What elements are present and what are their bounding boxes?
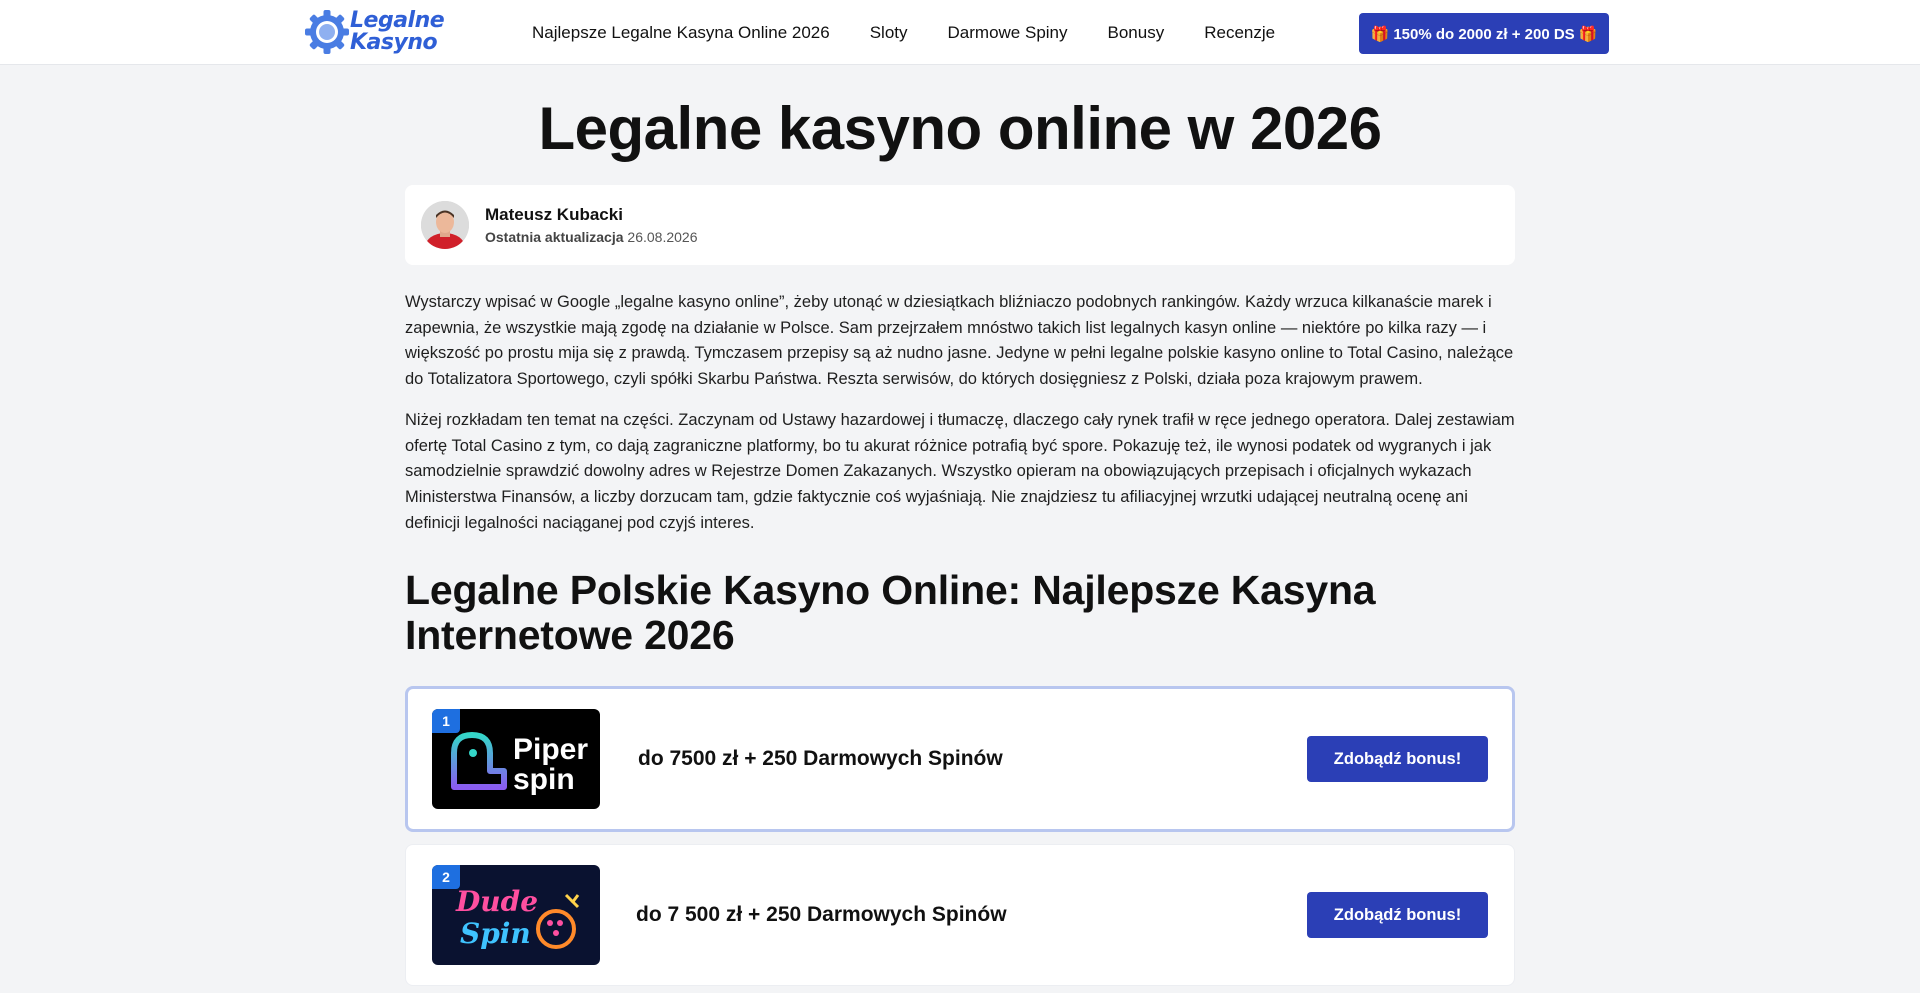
author-name: Mateusz Kubacki xyxy=(485,204,623,224)
nav-item-slots[interactable]: Sloty xyxy=(870,23,908,43)
get-bonus-button[interactable]: Zdobądź bonus! xyxy=(1307,736,1488,783)
get-bonus-button[interactable]: Zdobądź bonus! xyxy=(1307,892,1488,939)
intro-paragraph-1: Wystarczy wpisać w Google „legalne kasyn… xyxy=(405,293,1514,389)
casino-bonus-text: do 7 500 zł + 250 Darmowych Spinów xyxy=(636,903,1007,927)
author-card: Mateusz Kubacki Ostatnia aktualizacja 26… xyxy=(405,185,1515,265)
main-nav: Najlepsze Legalne Kasyna Online 2026 Slo… xyxy=(532,0,1275,65)
page-title: Legalne kasyno online w 2026 xyxy=(538,95,1383,162)
piperspin-logo-line2: spin xyxy=(513,763,575,796)
casino-logo-dudespin[interactable]: Dude Spin 2 xyxy=(432,865,600,966)
author-info: Mateusz Kubacki Ostatnia aktualizacja 26… xyxy=(485,204,697,247)
nav-item-reviews[interactable]: Recenzje xyxy=(1204,23,1275,43)
logo-wordmark: Legalne Kasyno xyxy=(350,8,445,55)
casino-card: Dude Spin 2 do 7 500 zł + 250 Darmowych … xyxy=(405,844,1515,987)
casino-card: Piper spin 1 do 7500 zł + 250 Darmowych … xyxy=(405,686,1515,833)
section-title: Legalne Polskie Kasyno Online: Najlepsze… xyxy=(405,567,1376,659)
piperspin-logo-line1: Piper xyxy=(513,733,588,766)
dudespin-logo-line1: Dude xyxy=(455,885,538,918)
main-content: Legalne kasyno online w 2026 Mateusz Kub… xyxy=(405,65,1515,987)
casino-logo-piperspin[interactable]: Piper spin 1 xyxy=(432,709,600,810)
updated-label: Ostatnia aktualizacja xyxy=(485,228,624,245)
rank-badge: 2 xyxy=(432,865,460,890)
logo-line-2: Kasyno xyxy=(350,30,438,55)
nav-item-best-casinos[interactable]: Najlepsze Legalne Kasyna Online 2026 xyxy=(532,23,830,43)
dudespin-logo-line2: Spin xyxy=(460,917,531,950)
rank-badge: 1 xyxy=(432,709,460,734)
logo-line-1: Legalne xyxy=(350,8,445,33)
author-portrait-icon xyxy=(421,201,469,249)
casino-bonus-text: do 7500 zł + 250 Darmowych Spinów xyxy=(638,747,1003,771)
author-avatar xyxy=(421,201,469,249)
gear-chip-logo-icon xyxy=(305,10,349,54)
intro-paragraph-2: Niżej rozkładam ten temat na części. Zac… xyxy=(405,410,1515,532)
header-bonus-button[interactable]: 🎁 150% do 2000 zł + 200 DS 🎁 xyxy=(1359,13,1609,54)
author-meta: Ostatnia aktualizacja 26.08.2026 xyxy=(485,227,697,247)
nav-item-bonuses[interactable]: Bonusy xyxy=(1108,23,1165,43)
nav-item-free-spins[interactable]: Darmowe Spiny xyxy=(948,23,1068,43)
site-logo[interactable]: Legalne Kasyno xyxy=(304,8,445,56)
site-header: Legalne Kasyno Najlepsze Legalne Kasyna … xyxy=(0,0,1920,65)
updated-date: 26.08.2026 xyxy=(627,228,698,245)
